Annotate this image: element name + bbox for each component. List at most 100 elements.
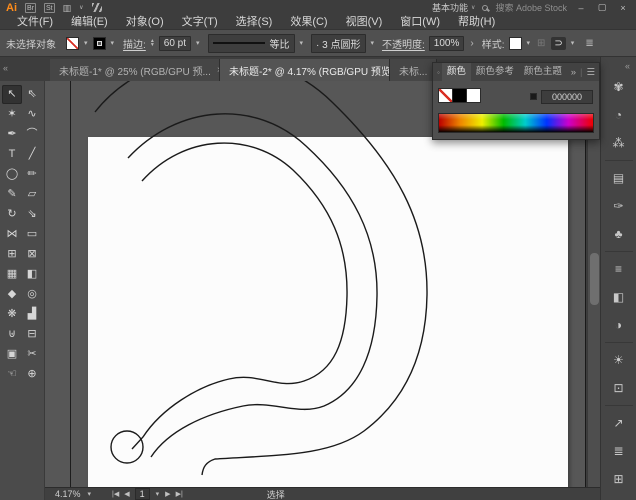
stroke-color-swatch[interactable] (92, 36, 106, 50)
shape-mode-icon[interactable]: ⊃ (551, 36, 566, 50)
opacity-chevron-icon[interactable]: › (468, 38, 475, 49)
blend-tool[interactable]: ◎ (22, 285, 42, 304)
hex-value-field[interactable]: 000000 (541, 90, 593, 104)
lasso-tool[interactable]: ∿ (22, 105, 42, 124)
menu-item-2[interactable]: 对象(O) (117, 15, 173, 30)
menu-item-6[interactable]: 视图(V) (337, 15, 392, 30)
stroke-weight-label[interactable]: 描边: (123, 36, 146, 51)
line-segment-tool[interactable]: ╱ (22, 145, 42, 164)
width-profile-caret-icon[interactable]: ▾ (299, 39, 305, 47)
artboard-number-field[interactable]: 1 (134, 488, 150, 500)
opacity-field[interactable]: 100% (428, 35, 465, 51)
document-tab-2[interactable]: 未标题-2* @ 4.17% (RGB/GPU 预览)× (220, 59, 391, 81)
menu-item-1[interactable]: 编辑(E) (62, 15, 117, 30)
stroke-panel-icon[interactable]: ≡ (606, 257, 632, 281)
stock-icon[interactable]: St (44, 2, 55, 13)
brush-caret-icon[interactable]: ▾ (370, 39, 376, 47)
document-tab-3[interactable]: 未标... (390, 59, 438, 81)
options-menu-icon[interactable]: ≣ (583, 38, 595, 49)
tab-color-guide[interactable]: 颜色参考 (471, 63, 519, 81)
document-tab-1[interactable]: 未标题-1* @ 25% (RGB/GPU 预...× (50, 59, 221, 81)
shape-mode-caret-icon[interactable]: ▾ (570, 39, 576, 47)
direct-selection-tool[interactable]: ⇖ (22, 85, 42, 104)
zoom-tool[interactable]: ⊕ (22, 365, 42, 384)
menu-item-5[interactable]: 效果(C) (281, 15, 336, 30)
brush-definition-select[interactable]: · 3 点圆形 (311, 33, 366, 53)
pen-tool[interactable]: ✒ (2, 125, 22, 144)
mesh-tool[interactable]: ▦ (2, 265, 22, 284)
stroke-weight-field[interactable]: 60 pt (158, 35, 192, 51)
swatches-panel-icon[interactable]: ▤ (606, 166, 632, 190)
bridge-icon[interactable]: Br (25, 2, 36, 13)
fill-color-swatch[interactable] (66, 36, 79, 50)
artboards-panel-icon[interactable]: ⊞ (606, 467, 632, 491)
workspace-switcher[interactable]: 基本功能 ∨ (432, 1, 475, 14)
menu-item-3[interactable]: 文字(T) (173, 15, 227, 30)
panel-expand-icon[interactable]: » (571, 67, 576, 78)
artboard-caret-icon[interactable]: ▾ (155, 490, 161, 498)
column-graph-tool[interactable]: ▟ (22, 305, 42, 324)
symbols-panel-icon[interactable]: ♣ (606, 222, 632, 246)
appearance-panel-icon[interactable]: ☀ (606, 348, 632, 372)
live-paint-bucket-tool[interactable]: ⊎ (2, 325, 22, 344)
panel-menu-icon[interactable]: ☰ (586, 67, 595, 78)
tab-color-themes[interactable]: 颜色主题 (519, 63, 567, 81)
prev-artboard-button[interactable]: ◀ (124, 490, 129, 498)
style-swatch[interactable] (508, 36, 522, 50)
color-white-swatch[interactable] (466, 88, 481, 103)
shape-builder-tool[interactable]: ⊞ (2, 245, 22, 264)
arrange-documents-icon[interactable]: ▥ (63, 3, 72, 13)
menu-item-8[interactable]: 帮助(H) (449, 15, 504, 30)
vertical-scrollbar[interactable] (587, 81, 600, 487)
export-panel-icon[interactable]: ↗ (606, 411, 632, 435)
eyedropper-tool[interactable]: ◆ (2, 285, 22, 304)
color-panel-icon[interactable]: ✾ (606, 75, 632, 99)
first-artboard-button[interactable]: |◀ (112, 490, 119, 498)
perspective-grid-tool[interactable]: ⊠ (22, 245, 42, 264)
gradient-panel-icon[interactable]: ◧ (606, 285, 632, 309)
magic-wand-tool[interactable]: ✶ (2, 105, 22, 124)
gpu-performance-icon[interactable] (91, 3, 102, 12)
search-placeholder[interactable]: 搜索 Adobe Stock (495, 1, 567, 14)
symbol-sprayer-tool[interactable]: ❋ (2, 305, 22, 324)
transparency-panel-icon[interactable]: ◑ (606, 313, 632, 337)
tools-collapse-icon[interactable]: « (0, 63, 12, 81)
free-transform-tool[interactable]: ▭ (22, 225, 42, 244)
color-none-swatch[interactable] (438, 88, 453, 103)
opacity-label[interactable]: 不透明度: (382, 36, 425, 51)
style-caret-icon[interactable]: ▾ (526, 39, 532, 47)
dock-expand-icon[interactable]: « (601, 57, 636, 73)
slice-tool[interactable]: ✂ (22, 345, 42, 364)
layers-panel-icon[interactable]: ≣ (606, 439, 632, 463)
canvas-viewport[interactable] (45, 81, 586, 487)
menu-item-7[interactable]: 窗口(W) (391, 15, 449, 30)
tab-color[interactable]: 颜色 (441, 63, 471, 81)
width-profile-select[interactable]: 等比 (207, 33, 295, 53)
curvature-tool[interactable]: ⌒ (22, 125, 42, 144)
selection-tool[interactable]: ↖ (2, 85, 22, 104)
color-themes-panel-icon[interactable]: ⁂ (606, 131, 632, 155)
minimize-button[interactable]: – (574, 3, 588, 13)
type-tool[interactable]: T (2, 145, 22, 164)
rotate-tool[interactable]: ↻ (2, 205, 22, 224)
brushes-panel-icon[interactable]: ✑ (606, 194, 632, 218)
last-artboard-button[interactable]: ▶| (176, 490, 183, 498)
zoom-level-value[interactable]: 4.17% (55, 489, 81, 499)
color-guide-panel-icon[interactable]: ◔ (606, 103, 632, 127)
scale-tool[interactable]: ⇘ (22, 205, 42, 224)
stroke-caret-icon[interactable]: ▾ (110, 39, 116, 47)
paintbrush-tool[interactable]: ✏ (22, 165, 42, 184)
stroke-weight-stepper[interactable]: ▲ ▼ (150, 39, 155, 48)
width-tool[interactable]: ⋈ (2, 225, 22, 244)
hand-tool[interactable]: ☜ (2, 365, 22, 384)
graphic-styles-panel-icon[interactable]: ⊡ (606, 376, 632, 400)
close-button[interactable]: × (616, 3, 630, 13)
vertical-scrollbar-thumb[interactable] (590, 253, 599, 305)
arrange-documents-caret-icon[interactable]: ∨ (79, 3, 83, 13)
artboard-tool[interactable]: ▣ (2, 345, 22, 364)
pencil-tool[interactable]: ✎ (2, 185, 22, 204)
live-paint-selection-tool[interactable]: ⊟ (22, 325, 42, 344)
menu-item-4[interactable]: 选择(S) (227, 15, 282, 30)
restore-button[interactable]: ▢ (595, 2, 609, 13)
gradient-tool[interactable]: ◧ (22, 265, 42, 284)
